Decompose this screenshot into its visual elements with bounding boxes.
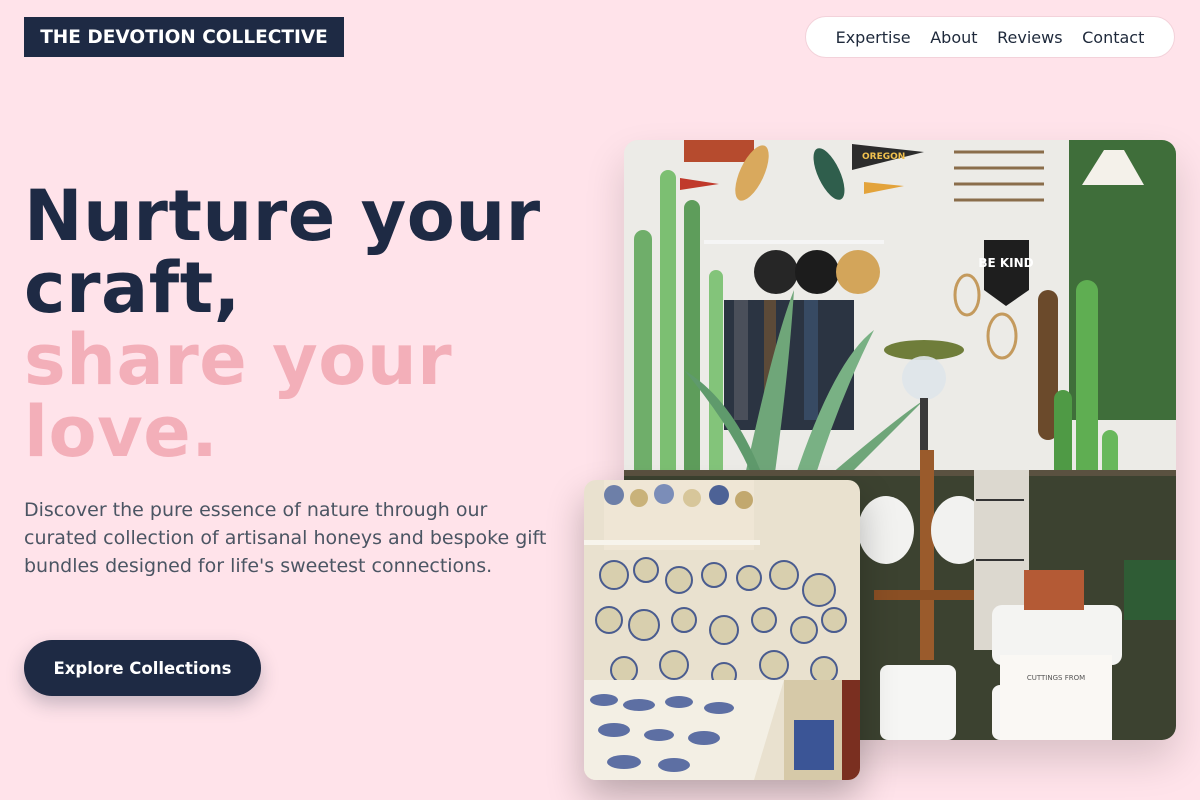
nav-link-reviews[interactable]: Reviews: [997, 28, 1062, 47]
nav-link-contact[interactable]: Contact: [1082, 28, 1144, 47]
headline-line-1: Nurture your: [24, 175, 541, 257]
nav-link-about[interactable]: About: [930, 28, 977, 47]
main-nav: Expertise About Reviews Contact: [805, 16, 1175, 58]
headline-line-3: share your: [24, 319, 453, 401]
hero-description: Discover the pure essence of nature thro…: [24, 499, 547, 577]
headline-line-2: craft,: [24, 247, 241, 329]
be-kind-sign: BE KIND: [978, 256, 1033, 270]
brand-logo[interactable]: THE DEVOTION COLLECTIVE: [24, 17, 344, 57]
headline-line-4: love.: [24, 391, 219, 473]
nav-link-expertise[interactable]: Expertise: [836, 28, 911, 47]
ceramics-shop-photo: [584, 480, 860, 780]
pennant-text: OREGON: [862, 152, 905, 162]
hero-headline: Nurture your craft, share your love.: [24, 180, 541, 468]
explore-collections-button[interactable]: Explore Collections: [24, 640, 261, 696]
cuttings-card-text: CUTTINGS FROM: [1027, 674, 1085, 682]
